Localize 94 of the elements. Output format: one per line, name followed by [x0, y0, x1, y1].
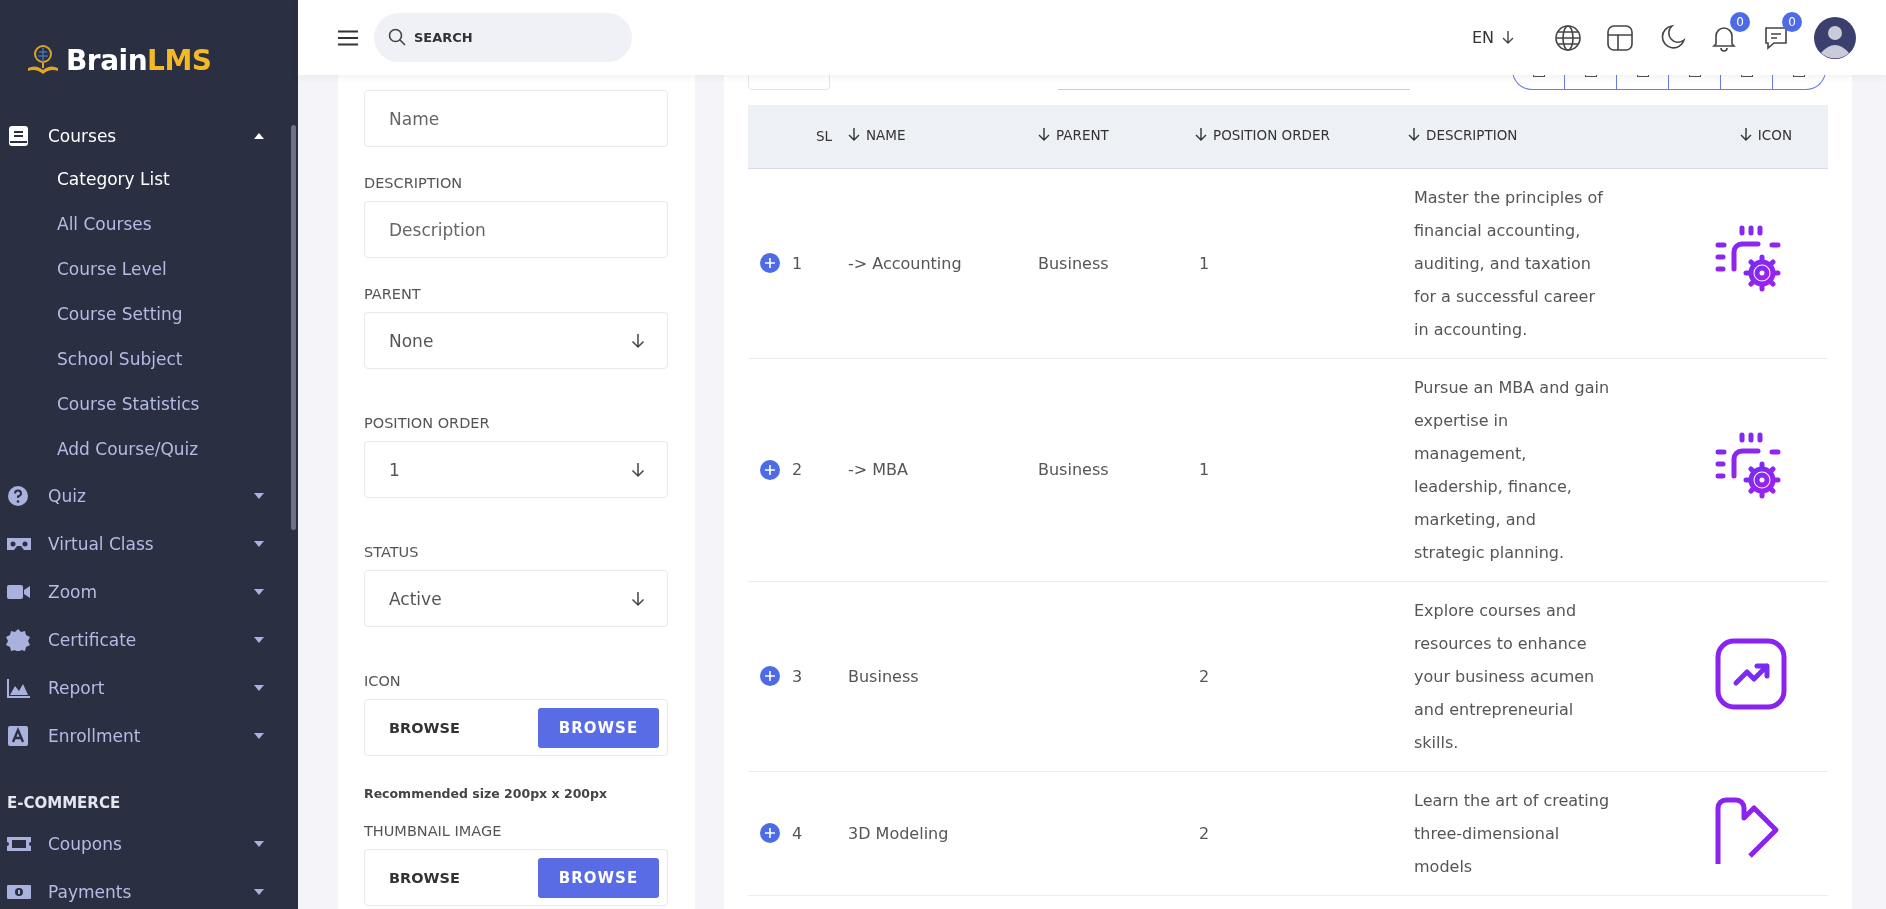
nav-item[interactable]: Coupons	[0, 820, 298, 868]
sort-icon	[848, 128, 860, 143]
sort-icon	[1195, 128, 1207, 143]
file-field[interactable]: BROWSE BROWSE	[364, 699, 668, 756]
submenu-item[interactable]: Add Course/Quiz	[0, 427, 298, 472]
table-cell-text: Learn the art of creating three-dimensional models	[1413, 789, 1610, 878]
submenu-item[interactable]: Course Setting	[0, 292, 298, 337]
file-field[interactable]: BROWSE BROWSE	[364, 849, 668, 906]
column-header[interactable]: ICON	[1739, 127, 1792, 144]
sort-icon	[1038, 128, 1050, 143]
chart-icon	[6, 677, 32, 699]
caret-icon	[254, 841, 264, 847]
table-cell: -> Accounting	[848, 253, 962, 273]
message-badge: 0	[1782, 11, 1802, 32]
expand-icon[interactable]	[760, 253, 780, 273]
caret-icon	[254, 133, 264, 139]
table-cell: Business	[848, 666, 919, 686]
browse-button[interactable]: BROWSE	[538, 707, 659, 748]
caret-icon	[254, 733, 264, 739]
browse-button[interactable]: BROWSE	[538, 857, 659, 898]
language-selector[interactable]: EN	[1471, 28, 1514, 47]
caret-icon	[254, 889, 264, 895]
column-header[interactable]: NAME	[848, 127, 906, 144]
sort-icon	[1739, 128, 1752, 143]
globe-icon[interactable]	[1554, 23, 1582, 52]
table-cell-text: Explore courses and resources to enhance your business acumen and entrepreneurial skills.	[1413, 599, 1596, 754]
arrow-down-icon	[631, 461, 645, 478]
table-cell-text: Master the principles of financial accounting, auditing, and taxation for a successful career in accounting.	[1413, 186, 1605, 341]
menu-icon[interactable]	[338, 29, 358, 46]
select-field[interactable]: None	[364, 312, 668, 369]
table-cell: 1	[792, 253, 803, 273]
expand-icon[interactable]	[760, 459, 780, 480]
select-field[interactable]: Active	[364, 570, 668, 627]
avatar[interactable]	[1814, 16, 1856, 59]
table-cell-text: 2	[1198, 823, 1210, 843]
nav-item[interactable]: Report	[0, 664, 298, 712]
expand-icon[interactable]	[760, 823, 780, 843]
table-cell: -> MBA	[848, 460, 908, 479]
badge-icon	[6, 629, 32, 651]
arrow-down-icon	[631, 590, 645, 607]
table-cell-text: 2	[1198, 666, 1210, 686]
table-cell: 3D Modeling	[848, 823, 949, 843]
section-heading: E-COMMERCE	[6, 793, 122, 814]
text-field[interactable]: Name	[364, 90, 668, 147]
notification-badge: 0	[1730, 11, 1750, 32]
submenu-item[interactable]: Course Level	[0, 247, 298, 292]
field-label: PARENT	[364, 286, 422, 302]
submenu-item[interactable]: Category List	[0, 157, 298, 202]
nav-item[interactable]: Zoom	[0, 568, 298, 616]
field-label: DESCRIPTION	[364, 175, 464, 191]
table-cell: 2	[792, 460, 803, 479]
table-cell: Business	[1038, 460, 1109, 479]
caret-icon	[254, 637, 264, 643]
submenu-item[interactable]: All Courses	[0, 202, 298, 247]
nav-item[interactable]: Courses	[0, 115, 298, 157]
column-header[interactable]: DESCRIPTION	[1408, 127, 1518, 144]
field-label: STATUS	[364, 544, 420, 560]
logo-text: BrainLMS	[66, 43, 212, 77]
column-header[interactable]: POSITION ORDER	[1195, 127, 1330, 144]
column-header[interactable]: PARENT	[1038, 127, 1109, 144]
caret-icon	[254, 493, 264, 499]
caret-icon	[254, 541, 264, 547]
submenu-item[interactable]: Course Statistics	[0, 382, 298, 427]
hint-text: Recommended size 200px x 200px	[364, 786, 609, 801]
text-field[interactable]: Description	[364, 201, 668, 258]
scrollbar[interactable]	[291, 125, 296, 530]
table-cell-text: Pursue an MBA and gain expertise in management, leadership, finance, marketing, and strategic planning.	[1413, 376, 1610, 564]
nav-item[interactable]: Virtual Class	[0, 520, 298, 568]
table-cell-text: 1	[1198, 460, 1210, 479]
caret-icon	[254, 685, 264, 691]
field-label: THUMBNAIL IMAGE	[364, 823, 503, 839]
nav-item[interactable]: Quiz	[0, 472, 298, 520]
search-icon	[388, 28, 406, 46]
column-header[interactable]: SL	[815, 128, 832, 145]
table-cell-text: 1	[1198, 253, 1210, 273]
submenu-item[interactable]: School Subject	[0, 337, 298, 382]
table-cell: 4	[792, 823, 803, 843]
field-label: ICON	[364, 673, 402, 689]
sort-icon	[1408, 128, 1420, 143]
expand-icon[interactable]	[760, 666, 780, 686]
layout-icon[interactable]	[1606, 23, 1634, 52]
trend-icon	[1714, 637, 1788, 711]
nav-item[interactable]: Enrollment	[0, 712, 298, 760]
logo-icon	[26, 44, 60, 76]
table-cell: Business	[1038, 253, 1109, 273]
search-field[interactable]: SEARCH	[374, 13, 632, 62]
arrow-down-icon	[631, 332, 645, 349]
caret-icon	[254, 589, 264, 595]
nav-item[interactable]: Payments	[0, 868, 298, 909]
table-cell: 3	[792, 666, 803, 686]
field-label: POSITION ORDER	[364, 415, 491, 431]
nav-item[interactable]: Certificate	[0, 616, 298, 664]
arrow-down-icon	[1502, 30, 1514, 45]
select-field[interactable]: 1	[364, 441, 668, 498]
